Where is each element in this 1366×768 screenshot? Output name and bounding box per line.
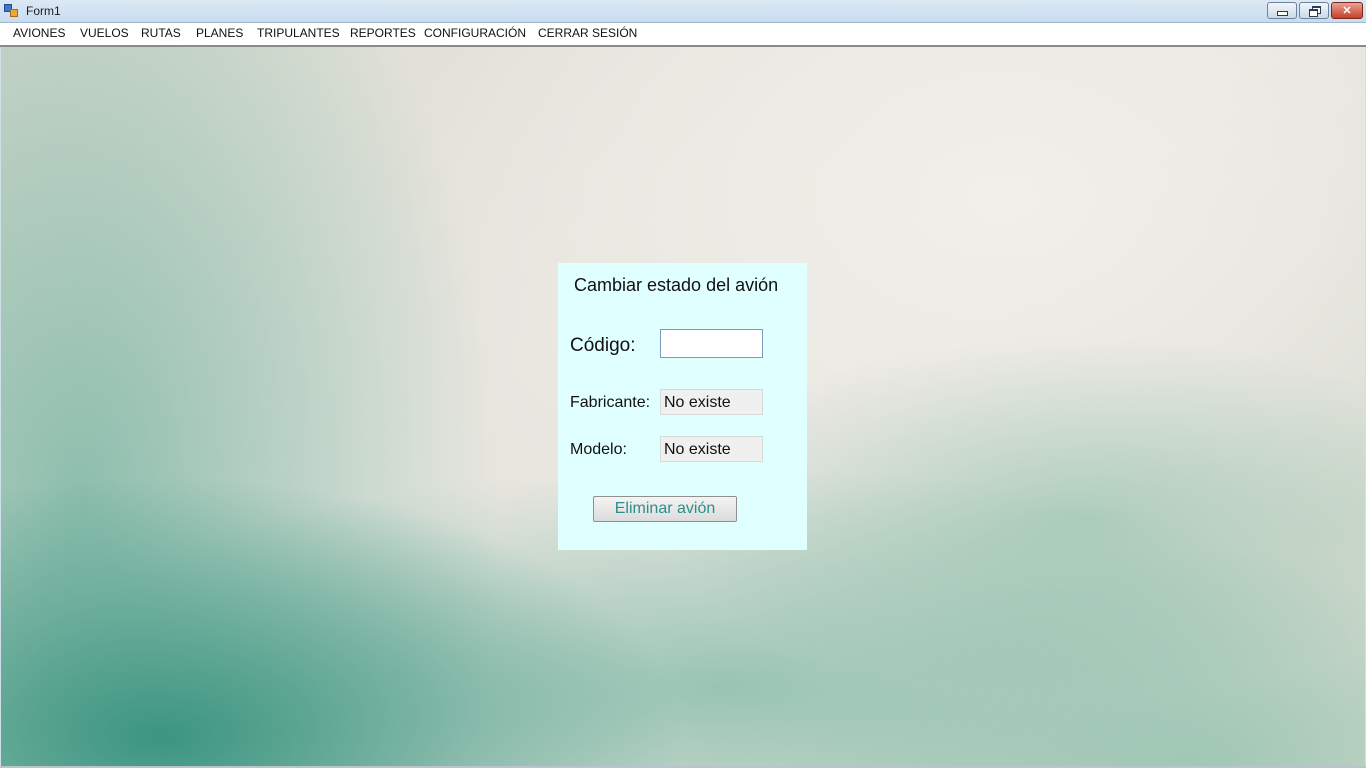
codigo-label: Código: xyxy=(570,335,636,356)
minimize-button[interactable] xyxy=(1267,2,1297,19)
minimize-icon xyxy=(1276,11,1288,16)
fabricante-value: No existe xyxy=(660,389,763,415)
menu-item-cerrar-sesion[interactable]: CERRAR SESIÓN xyxy=(538,26,637,40)
app-icon[interactable] xyxy=(4,4,18,17)
panel-title: Cambiar estado del avión xyxy=(574,275,779,295)
restore-icon xyxy=(1308,6,1321,17)
menu-item-rutas[interactable]: RUTAS xyxy=(141,26,181,40)
menu-item-aviones[interactable]: AVIONES xyxy=(13,26,65,40)
title-bar[interactable]: Form1 ✕ xyxy=(0,0,1366,23)
window-title: Form1 xyxy=(26,4,61,18)
modelo-value: No existe xyxy=(660,436,763,462)
codigo-input[interactable] xyxy=(660,329,763,358)
menu-item-tripulantes[interactable]: TRIPULANTES xyxy=(257,26,340,40)
menu-item-planes[interactable]: PLANES xyxy=(196,26,243,40)
menu-item-reportes[interactable]: REPORTES xyxy=(350,26,416,40)
fabricante-label: Fabricante: xyxy=(570,394,651,411)
app-window: Form1 ✕ AVIONES VUELOS RUTAS PLANES TRIP… xyxy=(0,0,1366,768)
menu-item-configuracion[interactable]: CONFIGURACIÓN xyxy=(424,26,526,40)
eliminar-avion-button[interactable]: Eliminar avión xyxy=(593,496,737,522)
close-button[interactable]: ✕ xyxy=(1331,2,1363,19)
menu-item-vuelos[interactable]: VUELOS xyxy=(80,26,129,40)
restore-button[interactable] xyxy=(1299,2,1329,19)
menu-bar: AVIONES VUELOS RUTAS PLANES TRIPULANTES … xyxy=(0,23,1366,47)
change-status-panel: Cambiar estado del avión Código: Fabrica… xyxy=(558,263,807,550)
modelo-label: Modelo: xyxy=(570,441,627,458)
close-icon: ✕ xyxy=(1342,5,1352,17)
